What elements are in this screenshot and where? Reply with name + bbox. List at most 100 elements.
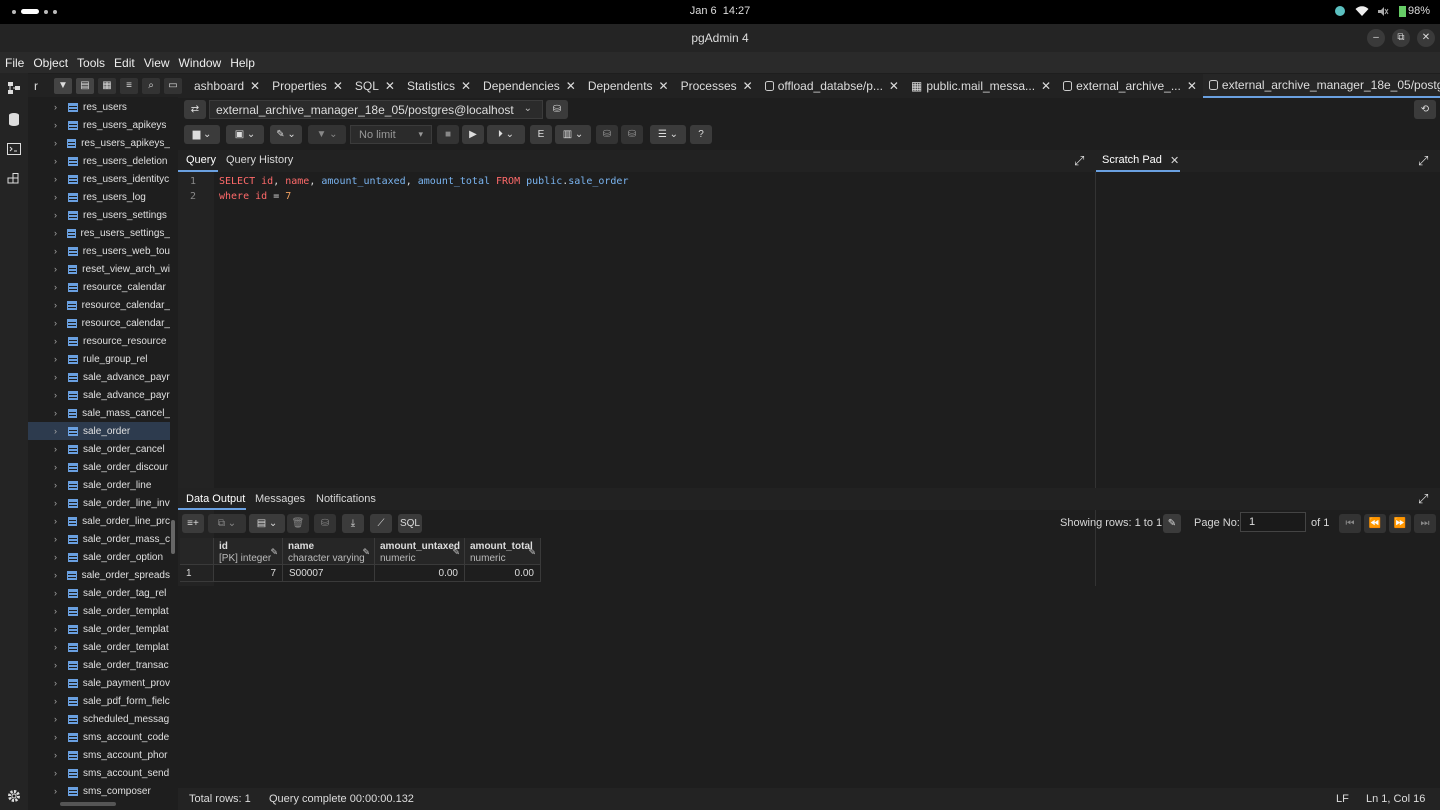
terminal-icon[interactable] [6,143,22,157]
chevron-right-icon[interactable]: › [54,516,64,526]
rollback-icon[interactable]: ⛁ [621,125,643,144]
chevron-right-icon[interactable]: › [54,408,64,418]
close-tab-icon[interactable]: ✕ [743,79,753,93]
tab-dependencies[interactable]: Dependencies ✕ [477,74,582,98]
expand-icon[interactable]: ⤢ [1074,153,1084,169]
tree-item[interactable]: › res_users_settings [28,206,170,224]
edit-column-icon[interactable]: ✎ [362,547,370,558]
tree-item[interactable]: › sms_composer [28,782,170,800]
chevron-right-icon[interactable]: › [54,174,64,184]
close-window-button[interactable]: ✕ [1417,29,1435,47]
chevron-right-icon[interactable]: › [54,138,63,148]
chevron-right-icon[interactable]: › [54,750,64,760]
chevron-right-icon[interactable]: › [54,588,64,598]
chevron-right-icon[interactable]: › [54,192,64,202]
column-header[interactable]: name character varying ✎ [283,538,375,565]
table-cell[interactable]: 0.00 [375,565,465,582]
edit-column-icon[interactable]: ✎ [270,547,278,558]
chevron-right-icon[interactable]: › [54,480,64,490]
tree-item[interactable]: › sale_order_transac [28,656,170,674]
chevron-right-icon[interactable]: › [54,768,64,778]
object-explorer-icon[interactable] [6,81,22,95]
tree-item[interactable]: › sale_advance_payr [28,368,170,386]
chevron-right-icon[interactable]: › [54,426,64,436]
execute-options-button[interactable]: ⏵ ⌄ [487,125,525,144]
explain-analyze-button[interactable]: ▥ ⌄ [555,125,591,144]
help-icon[interactable]: ? [690,125,712,144]
tree-item[interactable]: › sale_order [28,422,170,440]
filter-icon[interactable]: ▼ [54,78,72,94]
tab-dashboard[interactable]: ashboard ✕ [188,74,266,98]
tree-item[interactable]: › sms_account_code [28,728,170,746]
extensions-icon[interactable] [6,173,22,187]
edit-column-icon[interactable]: ✎ [452,547,460,558]
chevron-right-icon[interactable]: › [54,102,64,112]
open-file-button[interactable]: ▆ ⌄ [184,125,220,144]
tab-external-archive-active[interactable]: external_archive_manager_18e_05/postgres… [1202,74,1440,98]
column-header[interactable]: amount_untaxed numeric ✎ [375,538,465,565]
previous-page-icon[interactable]: ⏪ [1364,514,1386,533]
tree-item[interactable]: › res_users_apikeys_ [28,134,170,152]
tree-item[interactable]: › res_users_web_tou [28,242,170,260]
chevron-right-icon[interactable]: › [54,678,64,688]
system-status-area[interactable]: 98% [1334,5,1430,17]
chevron-right-icon[interactable]: › [54,156,64,166]
execute-button[interactable]: ▶ [462,125,484,144]
chevron-right-icon[interactable]: › [54,570,63,580]
close-tab-icon[interactable]: ✕ [333,79,343,93]
tab-offload-database[interactable]: offload_databse/p... ✕ [759,74,905,98]
table-properties-icon[interactable]: ▤ [76,78,94,94]
chevron-right-icon[interactable]: › [54,498,64,508]
tree-item[interactable]: › sale_order_line_prc [28,512,170,530]
macros-button[interactable]: ☰ ⌄ [650,125,686,144]
tree-item[interactable]: › sale_order_discour [28,458,170,476]
save-file-button[interactable]: ▣ ⌄ [226,125,264,144]
tree-item[interactable]: › sale_order_line [28,476,170,494]
tab-external-archive-short[interactable]: external_archive_... ✕ [1057,74,1203,98]
new-connection-icon[interactable]: ⛁ [546,100,568,119]
chevron-right-icon[interactable]: › [54,732,64,742]
tab-properties[interactable]: Properties ✕ [266,74,349,98]
close-tab-icon[interactable]: ✕ [889,79,899,93]
chevron-right-icon[interactable]: › [54,786,64,796]
tree-item[interactable]: › rule_group_rel [28,350,170,368]
tree-item[interactable]: › sale_order_spreads [28,566,170,584]
close-tab-icon[interactable]: ✕ [1041,79,1051,93]
chevron-right-icon[interactable]: › [54,714,64,724]
chevron-right-icon[interactable]: › [54,246,64,256]
menu-view[interactable]: View [139,56,174,70]
edit-column-icon[interactable]: ✎ [528,547,536,558]
tree-item[interactable]: › sms_account_phor [28,746,170,764]
search-icon[interactable]: ⌕ [142,78,160,94]
save-data-icon[interactable]: ⛁ [314,514,336,533]
download-icon[interactable]: ⤓ [342,514,364,533]
chevron-right-icon[interactable]: › [54,534,64,544]
chevron-right-icon[interactable]: › [54,372,64,382]
minimize-button[interactable]: – [1367,29,1385,47]
chevron-right-icon[interactable]: › [54,444,64,454]
column-header[interactable]: amount_total numeric ✎ [465,538,541,565]
menu-file[interactable]: File [0,56,28,70]
tree-item[interactable]: › res_users_log [28,188,170,206]
row-number[interactable]: 1 [180,565,214,582]
reset-layout-icon[interactable]: ⟲ [1414,100,1436,119]
chevron-right-icon[interactable]: › [54,660,64,670]
maximize-button[interactable]: ⧉ [1392,29,1410,47]
filter-button[interactable]: ▼ ⌄ [308,125,346,144]
edit-button[interactable]: ✎ ⌄ [270,125,302,144]
tree-item[interactable]: › sale_payment_prov [28,674,170,692]
tab-messages[interactable]: Messages [255,493,305,505]
chevron-right-icon[interactable]: › [54,318,63,328]
sql-view-button[interactable]: SQL [398,514,422,533]
tree-item[interactable]: › sale_order_templat [28,602,170,620]
close-tab-icon[interactable]: ✕ [461,79,471,93]
close-tab-icon[interactable]: ✕ [1187,79,1197,93]
grid-view-icon[interactable]: ▦ [98,78,116,94]
tree-item[interactable]: › resource_calendar_ [28,314,170,332]
menu-object[interactable]: Object [28,56,72,70]
tab-sql[interactable]: SQL ✕ [349,74,401,98]
tree-item[interactable]: › sale_order_line_inv [28,494,170,512]
stop-button[interactable]: ■ [437,125,459,144]
tree-item[interactable]: › sale_order_templat [28,620,170,638]
close-tab-icon[interactable]: ✕ [250,79,260,93]
